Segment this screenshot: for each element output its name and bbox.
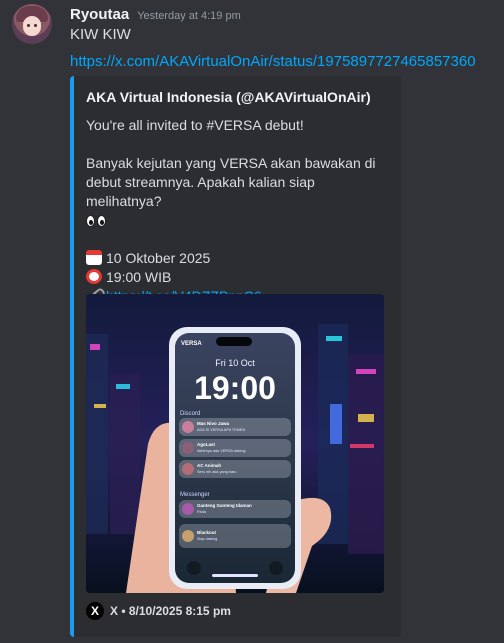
embed-date: 10 Oktober 2025	[106, 250, 211, 266]
embed-line-surprise: Banyak kejutan yang VERSA akan bawakan d…	[86, 154, 391, 211]
svg-text:AC Animah: AC Animah	[197, 463, 221, 468]
svg-text:Discord: Discord	[180, 411, 200, 417]
avatar-face	[23, 16, 41, 36]
message-link[interactable]: https://x.com/AKAVirtualOnAir/status/197…	[70, 53, 476, 70]
message-text: KIW KIW	[70, 26, 131, 43]
embed-image[interactable]: VERSA Fri 10 Oct 19:00 Discord Mas Nivo …	[86, 294, 384, 593]
svg-text:Siap dateng: Siap dateng	[197, 537, 217, 541]
x-logo-icon: X	[86, 602, 104, 620]
promo-illustration: VERSA Fri 10 Oct 19:00 Discord Mas Nivo …	[86, 294, 384, 593]
svg-text:19:00: 19:00	[194, 370, 276, 406]
clock-icon	[86, 269, 102, 284]
avatar-eye	[34, 24, 37, 27]
embed-line-surprise-text: Banyak kejutan yang VERSA akan bawakan d…	[86, 155, 376, 209]
eyes-emoji-icon	[86, 215, 106, 228]
embed-author[interactable]: AKA Virtual Indonesia (@AKAVirtualOnAir)	[86, 89, 371, 105]
username[interactable]: Ryoutaa	[70, 6, 129, 23]
svg-text:Messenger: Messenger	[180, 492, 210, 498]
svg-text:Seru nih ada yang baru: Seru nih ada yang baru	[197, 470, 236, 474]
svg-text:Mas Nivo Jawa: Mas Nivo Jawa	[197, 421, 230, 426]
embed-line-invite: You're all invited to #VERSA debut!	[86, 117, 304, 133]
svg-text:VERSA: VERSA	[181, 341, 202, 347]
svg-text:Fri 10 Oct: Fri 10 Oct	[215, 358, 255, 368]
embed-footer-text: X • 8/10/2025 8:15 pm	[110, 604, 231, 618]
svg-text:Pada: Pada	[197, 510, 207, 514]
eyes-emoji-line	[86, 211, 391, 230]
link-embed: AKA Virtual Indonesia (@AKAVirtualOnAir)…	[70, 76, 401, 637]
user-avatar[interactable]	[12, 4, 52, 44]
notification-group-messenger: Ganteng Ganteng Idaman Pada Blackout Sia…	[179, 500, 291, 548]
notification-group-discord: Mas Nivo Jawa ADA SI VERSA APA TEMEN Ago…	[179, 418, 291, 478]
avatar-eye	[27, 24, 30, 27]
embed-time: 19:00 WIB	[106, 269, 172, 285]
embed-time-line: 19:00 WIB	[86, 268, 391, 287]
svg-text:AgoLast: AgoLast	[197, 442, 216, 447]
embed-date-line: 10 Oktober 2025	[86, 249, 391, 268]
calendar-icon	[86, 250, 102, 265]
svg-text:Akhirnya ada VERSA dateng: Akhirnya ada VERSA dateng	[197, 449, 246, 453]
svg-text:Blackout: Blackout	[197, 530, 217, 535]
svg-text:ADA SI VERSA APA TEMEN: ADA SI VERSA APA TEMEN	[197, 428, 245, 432]
embed-description: You're all invited to #VERSA debut! Bany…	[86, 116, 391, 306]
message-timestamp[interactable]: Yesterday at 4:19 pm	[137, 10, 241, 22]
message-header: Ryoutaa Yesterday at 4:19 pm	[70, 6, 241, 26]
embed-footer: X X • 8/10/2025 8:15 pm	[86, 602, 231, 620]
svg-text:Ganteng Ganteng Idaman: Ganteng Ganteng Idaman	[197, 503, 252, 508]
